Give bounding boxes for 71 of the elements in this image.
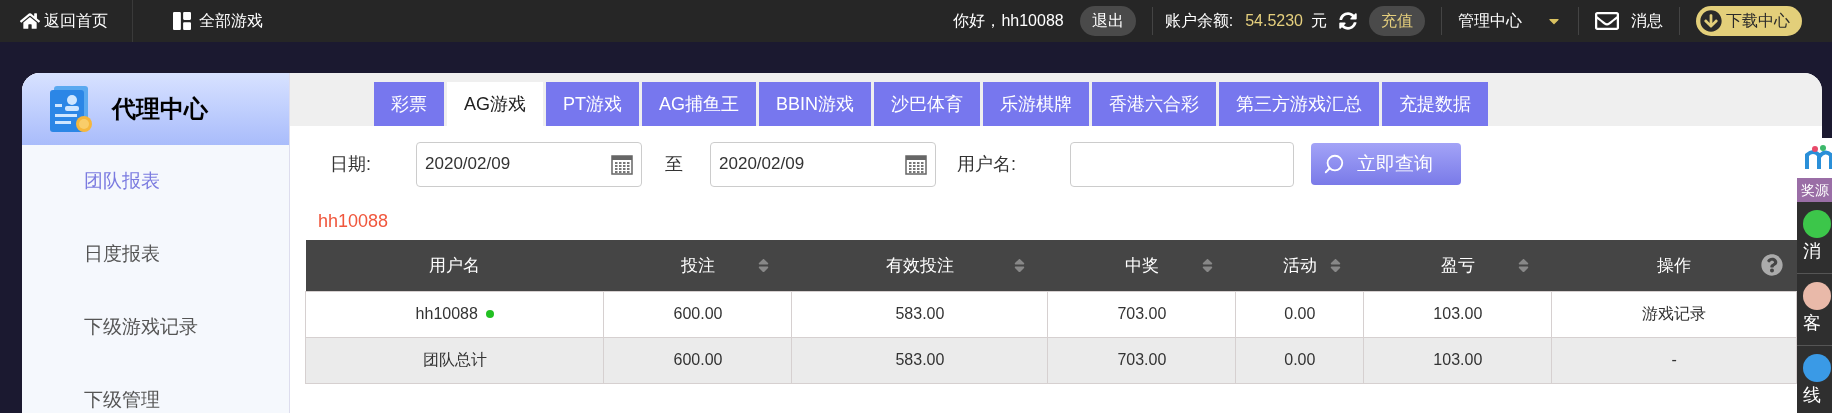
home-link[interactable]: 返回首页 xyxy=(0,0,133,42)
tab[interactable]: 乐游棋牌 xyxy=(983,82,1090,126)
column-header: 用户名 xyxy=(305,240,604,291)
widget-banner: 奖源 xyxy=(1797,178,1832,202)
username-text: 团队总计 xyxy=(422,350,487,370)
tab[interactable]: 沙巴体育 xyxy=(874,82,981,126)
all-games-link[interactable]: 全部游戏 xyxy=(173,9,263,33)
tab[interactable]: BBIN游戏 xyxy=(759,82,872,126)
current-username: hh10088 xyxy=(318,209,389,233)
username-field[interactable] xyxy=(1070,141,1295,187)
home-icon xyxy=(20,11,40,31)
tab[interactable]: PT游戏 xyxy=(546,82,640,126)
widget-icon xyxy=(1803,282,1831,310)
sidebar-item[interactable]: 团队报表 xyxy=(84,145,289,218)
calendar-icon[interactable] xyxy=(611,153,633,175)
table-cell: 0.00 xyxy=(1235,291,1364,337)
widget-item[interactable]: 消 xyxy=(1797,202,1832,274)
column-header: 操作 xyxy=(1551,240,1797,291)
table-cell: 0.00 xyxy=(1235,337,1364,383)
column-header[interactable]: 投注 xyxy=(603,240,792,291)
id-card-icon xyxy=(48,84,94,134)
help-icon[interactable] xyxy=(1760,254,1783,276)
widget-icon xyxy=(1803,210,1831,238)
greeting-text: 你好，hh10088 xyxy=(953,11,1064,31)
column-header[interactable]: 有效投注 xyxy=(791,240,1048,291)
table-cell: 703.00 xyxy=(1047,337,1236,383)
management-menu[interactable]: 管理中心 xyxy=(1458,9,1562,33)
logout-button[interactable]: 退出 xyxy=(1079,6,1136,36)
column-header[interactable]: 中奖 xyxy=(1047,240,1236,291)
sidebar-title: 代理中心 xyxy=(112,94,208,124)
tab[interactable]: 第三方游戏汇总 xyxy=(1219,82,1380,126)
tab[interactable]: AG捕鱼王 xyxy=(642,82,757,126)
table-cell: 103.00 xyxy=(1363,337,1552,383)
widget-icon xyxy=(1803,354,1831,382)
username-label: 用户名: xyxy=(957,152,1017,176)
download-button[interactable]: 下载中心 xyxy=(1696,6,1802,36)
column-header[interactable]: 活动 xyxy=(1235,240,1364,291)
table-cell: 103.00 xyxy=(1363,291,1552,337)
currency-text: 元 xyxy=(1311,11,1327,31)
download-icon xyxy=(1700,10,1722,32)
widget-item[interactable]: 线 xyxy=(1797,346,1832,413)
sidebar-item[interactable]: 日度报表 xyxy=(84,218,289,291)
date-from-field[interactable]: 2020/02/09 xyxy=(416,141,642,187)
tab[interactable]: 充提数据 xyxy=(1382,82,1489,126)
tab[interactable]: 香港六合彩 xyxy=(1092,82,1217,126)
table-cell: 583.00 xyxy=(791,291,1048,337)
table-cell: 703.00 xyxy=(1047,291,1236,337)
balance-amount: 54.5230 xyxy=(1245,11,1303,31)
date-to-field[interactable]: 2020/02/09 xyxy=(710,141,936,187)
search-icon xyxy=(1323,153,1346,175)
balance-label: 账户余额: xyxy=(1164,11,1234,31)
column-header[interactable]: 盈亏 xyxy=(1363,240,1552,291)
grid-icon xyxy=(173,12,191,30)
calendar-icon[interactable] xyxy=(905,153,927,175)
table-cell: 600.00 xyxy=(603,291,792,337)
to-label: 至 xyxy=(665,152,683,176)
table-cell: 583.00 xyxy=(791,337,1048,383)
refresh-icon[interactable] xyxy=(1339,12,1357,30)
messages-link[interactable]: 消息 xyxy=(1595,9,1663,33)
envelope-icon xyxy=(1595,9,1619,33)
tab[interactable]: 彩票 xyxy=(374,82,444,126)
table-cell[interactable]: 游戏记录 xyxy=(1551,291,1797,337)
table-cell: - xyxy=(1551,337,1797,383)
recharge-button[interactable]: 充值 xyxy=(1369,6,1425,36)
sidebar-item[interactable]: 下级游戏记录 xyxy=(84,291,289,364)
username-text: hh10088 xyxy=(415,304,478,324)
sidebar-item[interactable]: 下级管理 xyxy=(84,364,289,413)
widget-item[interactable]: 客 xyxy=(1797,274,1832,346)
tab[interactable]: AG游戏 xyxy=(447,82,543,126)
table-cell: 600.00 xyxy=(603,337,792,383)
date-label: 日期: xyxy=(330,152,371,176)
